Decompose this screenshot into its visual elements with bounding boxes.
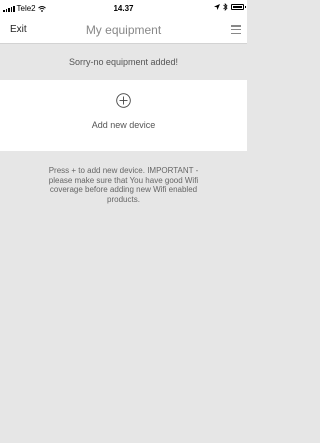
plus-circle-icon[interactable]: [116, 93, 131, 108]
page-title: My equipment: [85, 23, 162, 37]
add-device-label: Add new device: [91, 120, 156, 130]
menu-icon[interactable]: [231, 25, 241, 34]
add-device-button[interactable]: Add new device: [0, 80, 247, 151]
help-text: Press + to add new device. IMPORTANT - p…: [48, 166, 199, 204]
status-time: 14.37: [113, 4, 134, 13]
bluetooth-icon: [223, 3, 228, 11]
status-right: [214, 3, 246, 11]
location-icon: [214, 4, 220, 10]
empty-state-message: Sorry-no equipment added!: [68, 57, 179, 67]
battery-icon: [231, 4, 246, 10]
navigation-bar: Exit My equipment: [0, 17, 247, 44]
status-bar: Tele2 14.37: [0, 0, 247, 17]
